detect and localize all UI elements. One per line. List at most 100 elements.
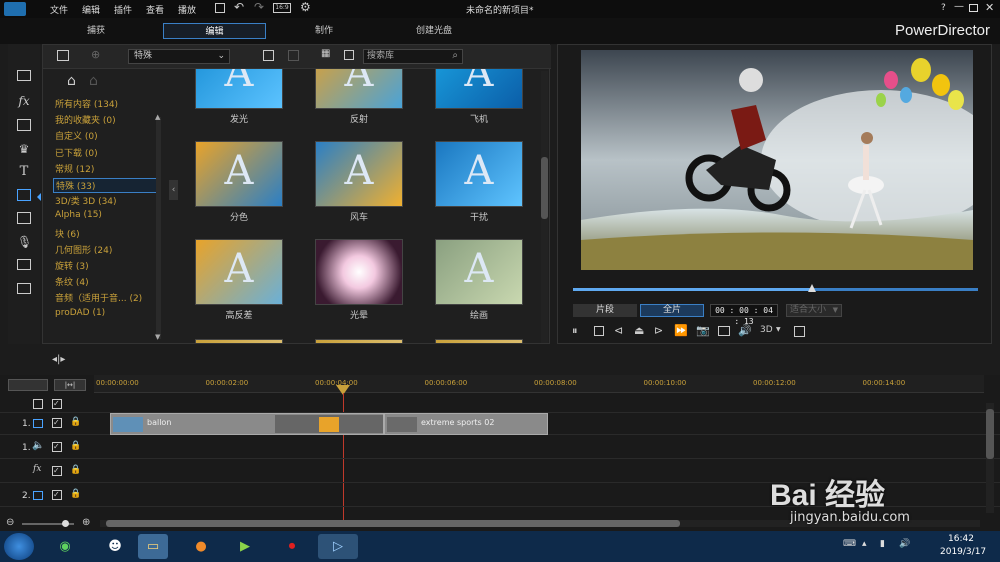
transition-thumbnail[interactable]: A <box>315 69 403 109</box>
tray-flag-icon[interactable]: ▴ <box>862 539 867 549</box>
tab-edit[interactable]: 编辑 <box>163 23 266 39</box>
clock-time[interactable]: 16:42 <box>948 534 974 544</box>
enable-all-checkbox[interactable]: ✓ <box>52 399 62 409</box>
clip-mode-button[interactable]: 片段 <box>573 304 637 317</box>
grid-view-icon[interactable]: ▦ <box>321 48 330 59</box>
scroll-up-icon[interactable]: ▲ <box>155 113 160 121</box>
tray-volume-icon[interactable]: 🔊 <box>899 539 910 549</box>
transition-thumbnail[interactable]: A <box>435 141 523 207</box>
timeline-fit-button[interactable]: |↔| <box>54 379 86 391</box>
zoom-out-icon[interactable]: ⊖ <box>6 517 14 528</box>
close-icon[interactable]: ✕ <box>985 1 994 14</box>
fullscreen-icon[interactable] <box>344 50 354 60</box>
aspect-ratio-icon[interactable]: 16:9 <box>273 3 291 13</box>
settings-icon[interactable]: ⚙ <box>300 0 311 14</box>
media-room-icon[interactable] <box>17 70 31 81</box>
track-manager-button[interactable] <box>8 379 48 391</box>
save-icon[interactable] <box>215 3 225 13</box>
pause-icon[interactable]: ⏸ <box>572 324 578 338</box>
help-icon[interactable]: ? <box>941 3 946 13</box>
start-button[interactable] <box>4 533 34 560</box>
transition-thumbnail[interactable]: A <box>315 141 403 207</box>
tab-produce[interactable]: 制作 <box>274 23 374 39</box>
particle-room-icon[interactable]: ♛ <box>17 142 31 156</box>
file-explorer-icon[interactable]: ▭ <box>138 534 168 559</box>
tray-keyboard-icon[interactable]: ⌨ <box>843 539 856 549</box>
toggle-all-tracks-icon[interactable] <box>33 399 43 409</box>
next-frame-icon[interactable]: ⊳ <box>654 324 663 337</box>
track-lock-icon[interactable]: 🔒 <box>70 441 81 451</box>
track-lock-icon[interactable]: 🔒 <box>70 465 81 475</box>
tab-capture[interactable]: 捕获 <box>46 23 146 39</box>
grid-scrollbar[interactable] <box>541 71 548 343</box>
chapter-room-icon[interactable] <box>17 259 31 270</box>
mark-icon[interactable]: ⏏ <box>634 324 644 337</box>
powerdirector-taskbar-icon[interactable]: ▷ <box>318 534 358 559</box>
restore-icon[interactable] <box>969 4 978 12</box>
track-enable-checkbox[interactable]: ✓ <box>52 418 62 428</box>
library-filter-select[interactable]: 特殊 ⌄ <box>128 49 230 64</box>
previous-frame-icon[interactable]: ⊲ <box>614 324 623 337</box>
globe-icon[interactable]: ⊕ <box>91 48 100 61</box>
pip-room-icon[interactable] <box>17 119 31 131</box>
collapse-panel-button[interactable]: ‹ <box>169 180 178 200</box>
category-item[interactable]: 几何图形 (24) <box>55 243 112 256</box>
track-lock-icon[interactable]: 🔒 <box>70 489 81 499</box>
timeline-clip-ballon[interactable]: ballon <box>110 413 384 435</box>
timeline-clip-extreme-sports[interactable]: extreme sports 02 <box>384 413 548 435</box>
import-icon[interactable] <box>57 50 69 61</box>
grid-scroll-thumb[interactable] <box>541 157 548 219</box>
subtitle-room-icon[interactable] <box>17 283 31 294</box>
category-item[interactable]: proDAD (1) <box>55 308 105 318</box>
search-icon[interactable]: ⌕ <box>452 49 458 62</box>
timeline-ruler[interactable]: 00:00:00:00 00:00:02:00 00:00:04:00 00:00:0… <box>94 375 984 393</box>
transition-room-icon[interactable] <box>17 189 31 201</box>
undock-icon[interactable] <box>794 326 805 337</box>
category-scrollbar[interactable] <box>156 117 161 339</box>
tray-network-icon[interactable]: ▮ <box>880 539 885 549</box>
category-item[interactable]: 自定义 (0) <box>55 129 98 142</box>
preview-scrub-handle[interactable] <box>807 284 816 292</box>
menu-edit[interactable]: 编辑 <box>82 3 100 16</box>
360-browser-icon[interactable]: ◉ <box>50 534 80 559</box>
redo-icon[interactable]: ↷ <box>254 0 264 14</box>
timeline-fit-icon[interactable]: ◂|▸ <box>52 354 65 365</box>
menu-playback[interactable]: 播放 <box>178 3 196 16</box>
tab-create-disc[interactable]: 创建光盘 <box>384 23 484 39</box>
fast-forward-icon[interactable]: ⏩ <box>674 324 688 337</box>
menu-plugins[interactable]: 插件 <box>114 3 132 16</box>
title-room-icon[interactable]: T <box>17 165 31 179</box>
track-enable-checkbox[interactable]: ✓ <box>52 442 62 452</box>
transition-thumbnail[interactable]: A <box>195 69 283 109</box>
category-item[interactable]: 块 (6) <box>55 227 80 240</box>
scroll-down-icon[interactable]: ▼ <box>155 333 160 341</box>
category-item[interactable]: 条纹 (4) <box>55 275 89 288</box>
vertical-scrollbar[interactable] <box>986 403 994 513</box>
effects-room-icon[interactable]: fx <box>17 94 31 108</box>
movie-mode-button[interactable]: 全片 <box>640 304 704 317</box>
zoom-slider[interactable] <box>22 520 74 527</box>
horizontal-scroll-thumb[interactable] <box>106 520 680 527</box>
add-to-timeline-icon[interactable] <box>263 50 274 61</box>
transition-thumbnail[interactable] <box>315 239 403 305</box>
transition-thumbnail[interactable]: A <box>435 69 523 109</box>
qq-icon[interactable]: ☻ <box>100 534 130 559</box>
menu-view[interactable]: 查看 <box>146 3 164 16</box>
minimize-icon[interactable]: — <box>954 1 964 12</box>
remove-tag-icon[interactable]: ⌂ <box>89 73 98 89</box>
transition-thumbnail[interactable]: A <box>195 141 283 207</box>
preview-scrub-track[interactable] <box>573 284 978 292</box>
vertical-scroll-thumb[interactable] <box>986 409 994 459</box>
subtitle-icon[interactable] <box>718 326 730 336</box>
track-enable-checkbox[interactable]: ✓ <box>52 466 62 476</box>
transition-thumbnail[interactable]: A <box>195 239 283 305</box>
category-item[interactable]: 音频（适用于音... (2) <box>55 291 142 304</box>
volume-icon[interactable]: 🔊 <box>738 324 752 337</box>
stop-icon[interactable] <box>594 326 604 336</box>
firefox-icon[interactable]: ● <box>186 534 216 559</box>
category-item[interactable]: 所有内容 (134) <box>55 97 118 110</box>
favorite-add-icon[interactable] <box>288 50 299 61</box>
transition-thumbnail[interactable]: A <box>435 239 523 305</box>
category-item[interactable]: 我的收藏夹 (0) <box>55 113 116 126</box>
media-app-icon[interactable]: ▶ <box>230 534 260 559</box>
